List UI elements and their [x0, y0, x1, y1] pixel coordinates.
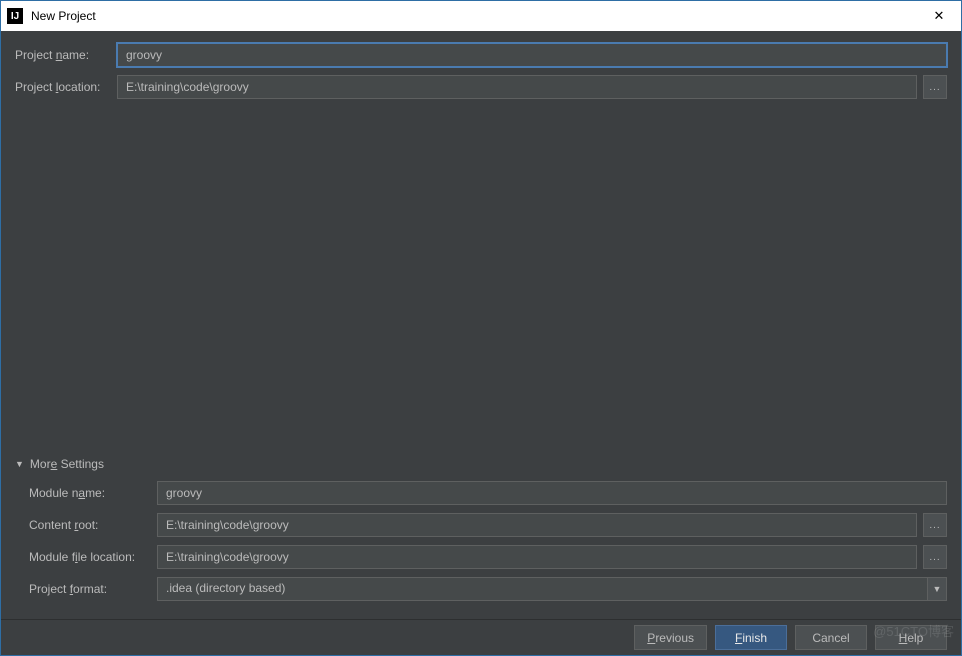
module-file-location-row: Module file location: ...	[15, 545, 947, 569]
module-name-input[interactable]	[157, 481, 947, 505]
titlebar: IJ New Project ✕	[1, 1, 961, 31]
project-name-row: Project name:	[15, 43, 947, 67]
project-name-label: Project name:	[15, 48, 111, 62]
button-bar: Previous Finish Cancel Help	[1, 619, 961, 655]
browse-module-file-location-button[interactable]: ...	[923, 545, 947, 569]
previous-button[interactable]: Previous	[634, 625, 707, 650]
project-format-label: Project format:	[15, 582, 151, 596]
finish-button[interactable]: Finish	[715, 625, 787, 650]
close-icon[interactable]: ✕	[923, 8, 955, 24]
chevron-down-icon[interactable]: ▼	[927, 577, 947, 601]
expand-icon: ▼	[15, 459, 24, 469]
browse-content-root-button[interactable]: ...	[923, 513, 947, 537]
module-name-row: Module name:	[15, 481, 947, 505]
dialog-content: Project name: Project location: ... ▼ Mo…	[1, 31, 961, 619]
more-settings-label: More Settings	[30, 457, 104, 471]
module-name-label: Module name:	[15, 486, 151, 500]
project-location-row: Project location: ...	[15, 75, 947, 99]
project-name-input[interactable]	[117, 43, 947, 67]
app-icon: IJ	[7, 8, 23, 24]
content-root-input[interactable]	[157, 513, 917, 537]
help-button[interactable]: Help	[875, 625, 947, 650]
project-format-select[interactable]: .idea (directory based) ▼	[157, 577, 947, 601]
content-root-row: Content root: ...	[15, 513, 947, 537]
module-file-location-label: Module file location:	[15, 550, 151, 564]
cancel-button[interactable]: Cancel	[795, 625, 867, 650]
project-location-input[interactable]	[117, 75, 917, 99]
browse-project-location-button[interactable]: ...	[923, 75, 947, 99]
project-format-value: .idea (directory based)	[157, 577, 927, 601]
project-location-label: Project location:	[15, 80, 111, 94]
window-title: New Project	[31, 9, 923, 23]
more-settings-toggle[interactable]: ▼ More Settings	[15, 457, 947, 471]
module-file-location-input[interactable]	[157, 545, 917, 569]
project-format-row: Project format: .idea (directory based) …	[15, 577, 947, 601]
empty-area	[15, 107, 947, 457]
content-root-label: Content root:	[15, 518, 151, 532]
